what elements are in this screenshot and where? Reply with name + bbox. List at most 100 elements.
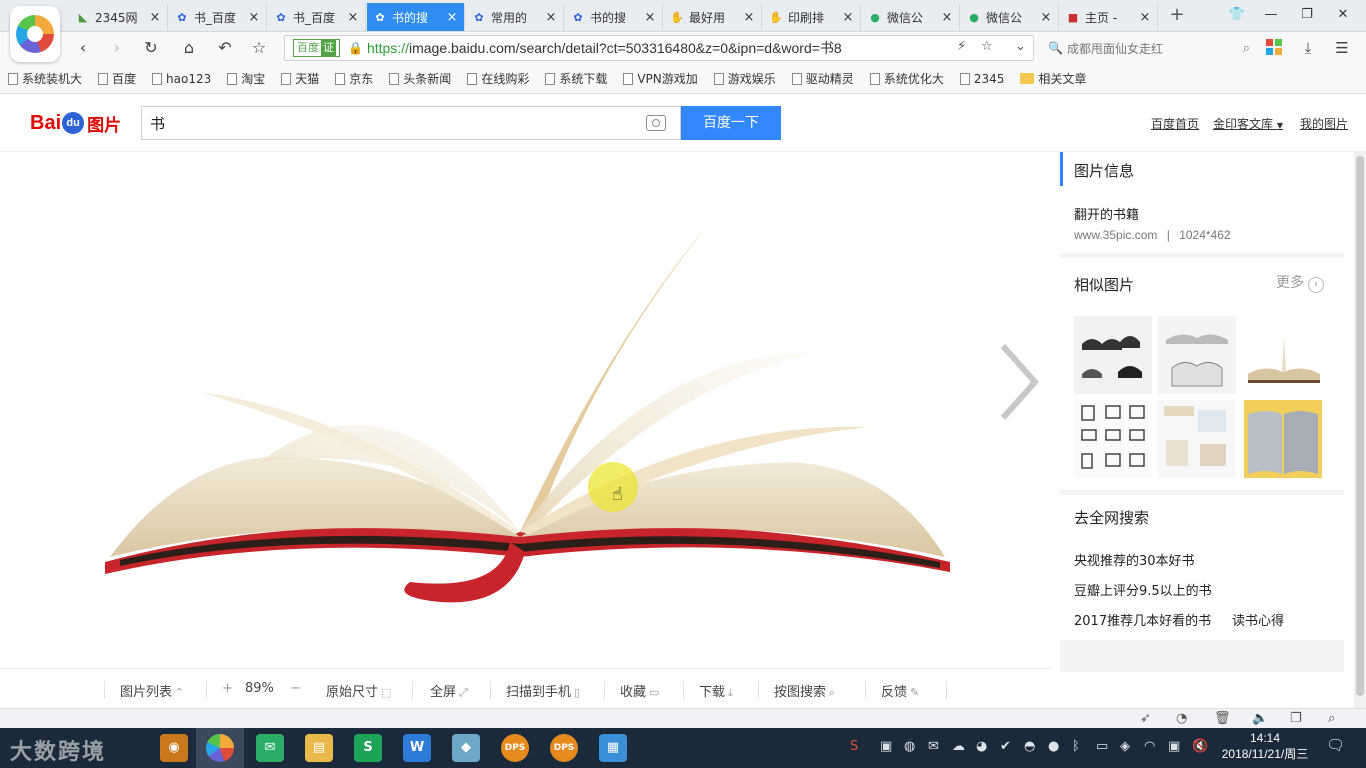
wps-sheet-icon[interactable]: S xyxy=(354,734,382,762)
tab-close-icon[interactable]: × xyxy=(545,10,557,25)
bookmark-item[interactable]: 百度 xyxy=(98,70,136,87)
browser-search-box[interactable]: 🔍 成都甩面仙女走红 ⌕ xyxy=(1040,35,1254,61)
zoom-out-button[interactable]: − xyxy=(290,681,301,696)
dps-app-icon[interactable]: DPS xyxy=(550,734,578,762)
volume-mute-icon[interactable]: 🔇 xyxy=(1192,739,1208,754)
original-size-button[interactable]: 原始尺寸 ⬚ xyxy=(326,681,391,700)
tray-app-icon[interactable]: ◍ xyxy=(904,739,915,754)
browser-tab[interactable]: ✿ 书的搜 × xyxy=(367,3,465,31)
search-by-image-button[interactable]: 按图搜索 ⌕ xyxy=(774,681,835,700)
download-icon[interactable]: ⤓ xyxy=(1298,39,1318,57)
wenku-link[interactable]: 金印客文库 ▼ xyxy=(1213,115,1283,132)
tray-app-icon[interactable]: ☁ xyxy=(952,739,965,754)
download-button[interactable]: 下载 ⤓ xyxy=(699,681,733,700)
system-clock[interactable]: 14:14 2018/11/21/周三 xyxy=(1220,731,1310,762)
baidu-home-link[interactable]: 百度首页 xyxy=(1151,115,1199,132)
fullscreen-button[interactable]: 全屏 ⤢ xyxy=(430,681,468,700)
tab-close-icon[interactable]: × xyxy=(1040,10,1052,25)
similar-thumbnail[interactable] xyxy=(1158,400,1236,478)
maximize-button[interactable]: ❐ xyxy=(1292,4,1322,26)
web-search-link[interactable]: 央视推荐的30本好书 xyxy=(1074,550,1195,569)
bookmark-item[interactable]: 在线购彩 xyxy=(467,70,529,87)
undo-close-button[interactable]: ↶ xyxy=(212,36,238,60)
favorite-star-button[interactable]: ☆ xyxy=(246,36,272,60)
web-search-link[interactable]: 读书心得 xyxy=(1232,610,1284,629)
bookmark-item[interactable]: 京东 xyxy=(335,70,373,87)
tray-app-icon[interactable]: ◓ xyxy=(1024,739,1035,754)
bookmark-item[interactable]: 淘宝 xyxy=(227,70,265,87)
zoom-in-button[interactable]: + xyxy=(222,681,233,696)
search-submit-icon[interactable]: ⌕ xyxy=(1243,41,1250,56)
similar-thumbnail[interactable] xyxy=(1074,316,1152,394)
back-button[interactable]: ‹ xyxy=(70,36,96,60)
more-similar-link[interactable]: 更多 › xyxy=(1276,272,1324,293)
image-source-link[interactable]: www.35pic.com xyxy=(1074,228,1157,242)
page-scrollbar[interactable] xyxy=(1354,152,1366,708)
tray-app-icon[interactable]: ▣ xyxy=(1168,739,1180,754)
home-button[interactable]: ⌂ xyxy=(176,36,202,60)
similar-thumbnail[interactable] xyxy=(1158,316,1236,394)
window-icon[interactable]: ❐ xyxy=(1290,711,1302,726)
tab-close-icon[interactable]: × xyxy=(248,10,260,25)
menu-icon[interactable]: ☰ xyxy=(1332,39,1352,57)
bookmark-star-icon[interactable]: ☆ xyxy=(981,39,993,54)
similar-thumbnail[interactable] xyxy=(1244,400,1322,478)
camera-icon[interactable] xyxy=(646,115,666,131)
url-field[interactable]: 百度证 🔒 https://image.baidu.com/search/det… xyxy=(284,35,1034,61)
wechat-tray-icon[interactable]: ✉ xyxy=(928,739,939,754)
apps-grid-icon[interactable] xyxy=(1264,39,1284,57)
new-tab-button[interactable]: + xyxy=(1166,3,1188,29)
tab-close-icon[interactable]: × xyxy=(743,10,755,25)
rocket-icon[interactable]: ➶ xyxy=(1140,711,1151,726)
browser-tab[interactable]: ✿ 书的搜 × xyxy=(565,3,663,31)
taskbar-app-icon[interactable]: ◉ xyxy=(160,734,188,762)
image-list-button[interactable]: 图片列表 ⌃ xyxy=(120,681,184,700)
bookmark-item[interactable]: VPN游戏加 xyxy=(623,70,698,87)
reload-button[interactable]: ↻ xyxy=(138,36,164,60)
qq-tray-icon[interactable]: ◕ xyxy=(976,739,987,754)
tab-close-icon[interactable]: × xyxy=(842,10,854,25)
browser-tab[interactable]: ● 微信公 × xyxy=(961,3,1059,31)
zoom-search-icon[interactable]: ⌕ xyxy=(1328,711,1335,726)
similar-thumbnail[interactable] xyxy=(1074,400,1152,478)
close-window-button[interactable]: ✕ xyxy=(1328,4,1358,26)
tray-app-icon[interactable]: ✔ xyxy=(1000,739,1011,754)
trash-icon[interactable]: 🗑 xyxy=(1214,711,1231,726)
speed-icon[interactable]: ◔ xyxy=(1176,711,1187,726)
lightning-icon[interactable]: ⚡ xyxy=(957,39,966,54)
web-search-link[interactable]: 2017推荐几本好看的书 xyxy=(1074,610,1211,629)
notification-icon[interactable]: 🗨 xyxy=(1326,736,1345,754)
bookmark-item[interactable]: 系统装机大 xyxy=(8,70,82,87)
bookmark-item[interactable]: hao123 xyxy=(152,72,211,86)
forward-button[interactable]: › xyxy=(104,36,130,60)
wechat-taskbar-icon[interactable]: ✉ xyxy=(256,734,284,762)
shield-icon[interactable]: ◈ xyxy=(1120,739,1130,754)
url-text[interactable]: https://image.baidu.com/search/detail?ct… xyxy=(367,38,947,58)
baidu-search-button[interactable]: 百度一下 xyxy=(681,106,781,140)
bookmark-item[interactable]: 系统下载 xyxy=(545,70,607,87)
bookmark-item[interactable]: 头条新闻 xyxy=(389,70,451,87)
battery-icon[interactable]: ▭ xyxy=(1096,739,1108,754)
chevron-down-icon[interactable]: ⌄ xyxy=(1015,39,1026,54)
tray-app-icon[interactable]: S xyxy=(850,739,858,754)
skin-icon[interactable]: 👕 xyxy=(1222,4,1252,26)
tab-close-icon[interactable]: × xyxy=(446,10,458,25)
browser-taskbar-icon[interactable] xyxy=(206,734,234,762)
scrollbar-thumb[interactable] xyxy=(1356,156,1364,696)
browser-tab[interactable]: ■ 主页 - × xyxy=(1060,3,1158,31)
my-images-link[interactable]: 我的图片 xyxy=(1300,115,1348,132)
bookmark-item[interactable]: 驱动精灵 xyxy=(791,70,854,87)
baidu-search-input[interactable] xyxy=(142,108,646,138)
next-image-arrow[interactable] xyxy=(995,342,1045,422)
tray-app-icon[interactable]: ● xyxy=(1048,739,1059,754)
baidu-image-logo[interactable]: Bai du 图片 xyxy=(30,105,121,141)
video-editor-icon[interactable]: ▦ xyxy=(599,734,627,762)
wifi-icon[interactable]: ◠ xyxy=(1144,739,1155,754)
collect-button[interactable]: 收藏 ▭ xyxy=(620,681,659,700)
bookmark-item[interactable]: 天猫 xyxy=(281,70,319,87)
tab-close-icon[interactable]: × xyxy=(941,10,953,25)
feedback-button[interactable]: 反馈 ✎ xyxy=(881,681,919,700)
tab-close-icon[interactable]: × xyxy=(149,10,161,25)
browser-tab[interactable]: ✿ 书_百度 × xyxy=(268,3,366,31)
wps-writer-icon[interactable]: W xyxy=(403,734,431,762)
